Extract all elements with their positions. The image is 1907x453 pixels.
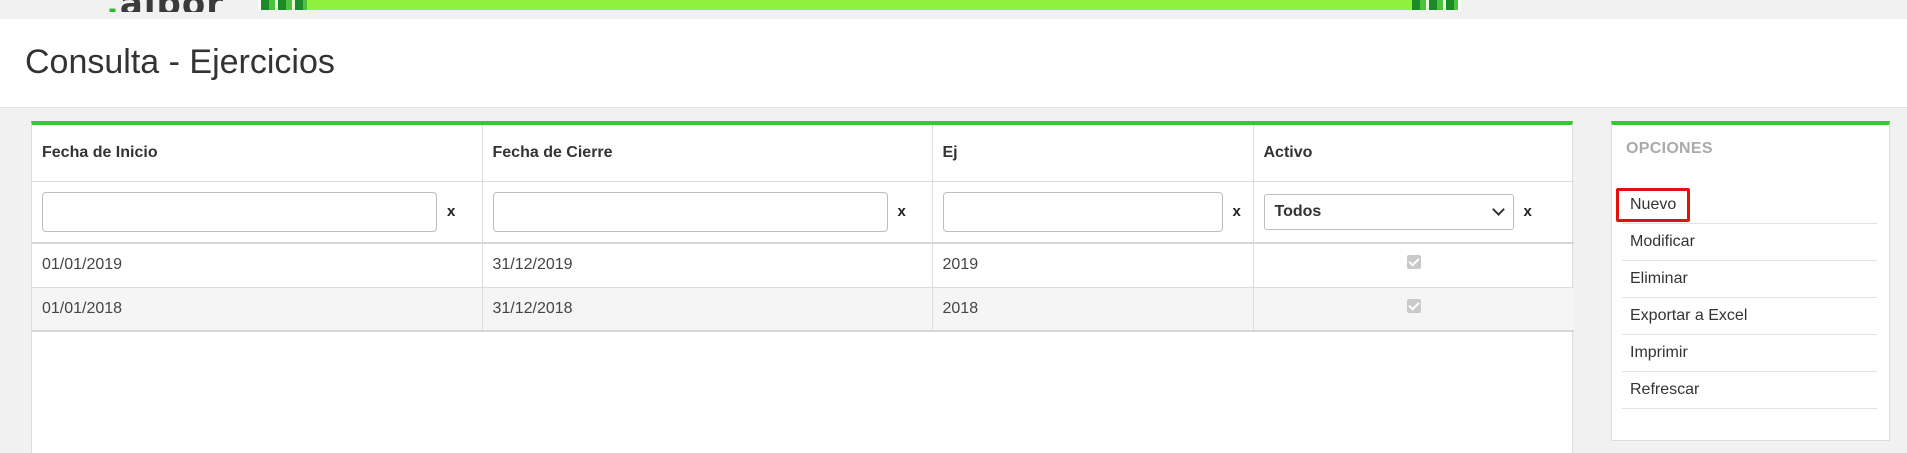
column-header-fecha-cierre[interactable]: Fecha de Cierre: [482, 125, 933, 182]
top-strip: .albor: [0, 0, 1907, 19]
column-header-ej[interactable]: Ej: [932, 125, 1254, 182]
cell-fecha-cierre: 31/12/2019: [482, 243, 933, 288]
options-list: Nuevo Modificar Eliminar Exportar a Exce…: [1616, 187, 1877, 409]
cell-activo: [1253, 287, 1574, 332]
table-row[interactable]: 01/01/2018 31/12/2018 2018: [32, 287, 1574, 332]
cell-ej: 2018: [932, 287, 1254, 332]
options-title: OPCIONES: [1626, 140, 1713, 157]
option-eliminar-label: Eliminar: [1630, 270, 1688, 287]
option-nuevo-label: Nuevo: [1616, 188, 1691, 222]
option-eliminar[interactable]: Eliminar: [1622, 261, 1877, 298]
title-bar: Consulta - Ejercicios: [0, 19, 1907, 108]
column-header-fecha-inicio[interactable]: Fecha de Inicio: [32, 125, 483, 182]
filter-cell-activo: Todos x: [1253, 181, 1574, 244]
page-title: Consulta - Ejercicios: [25, 43, 335, 81]
activo-checkbox: [1406, 255, 1421, 270]
option-modificar[interactable]: Modificar: [1622, 224, 1877, 261]
fecha-cierre-filter-input[interactable]: [492, 191, 888, 232]
cell-ej: 2019: [932, 243, 1254, 288]
activo-checkbox: [1406, 298, 1421, 313]
cell-fecha-inicio: 01/01/2019: [32, 243, 483, 288]
logo-text: albor: [120, 0, 224, 12]
fecha-inicio-filter-input[interactable]: [42, 191, 437, 232]
results-grid: Fecha de Inicio Fecha de Cierre Ej Activ…: [31, 121, 1574, 453]
fecha-cierre-clear-button[interactable]: x: [898, 203, 906, 220]
results-table: Fecha de Inicio Fecha de Cierre Ej Activ…: [32, 125, 1574, 332]
filter-cell-fecha-cierre: x: [482, 181, 933, 244]
options-panel: OPCIONES Nuevo Modificar Eliminar Export…: [1611, 121, 1890, 441]
cell-activo: [1253, 243, 1574, 288]
activo-selected-value: Todos: [1274, 202, 1322, 220]
fecha-inicio-clear-button[interactable]: x: [447, 203, 455, 220]
chevron-down-icon: [1491, 202, 1505, 216]
filter-cell-fecha-inicio: x: [32, 181, 483, 244]
banner-right-decoration: [1412, 0, 1458, 10]
column-header-activo[interactable]: Activo: [1253, 125, 1574, 182]
cell-fecha-cierre: 31/12/2018: [482, 287, 933, 332]
option-imprimir-label: Imprimir: [1630, 344, 1688, 361]
promo-banner[interactable]: [258, 0, 1461, 10]
table-row[interactable]: 01/01/2019 31/12/2019 2019: [32, 243, 1574, 288]
logo: .albor: [106, 0, 224, 12]
option-exportar-excel[interactable]: Exportar a Excel: [1622, 298, 1877, 335]
option-nuevo[interactable]: Nuevo: [1616, 187, 1877, 224]
activo-clear-button[interactable]: x: [1524, 203, 1532, 220]
option-modificar-label: Modificar: [1630, 233, 1695, 250]
option-exportar-excel-label: Exportar a Excel: [1630, 307, 1748, 324]
option-refrescar[interactable]: Refrescar: [1622, 372, 1877, 409]
ej-filter-input[interactable]: [942, 191, 1223, 232]
banner-left-decoration: [261, 0, 307, 10]
filter-cell-ej: x: [932, 181, 1254, 244]
option-imprimir[interactable]: Imprimir: [1622, 335, 1877, 372]
ej-clear-button[interactable]: x: [1233, 203, 1241, 220]
option-refrescar-label: Refrescar: [1630, 381, 1700, 398]
cell-fecha-inicio: 01/01/2018: [32, 287, 483, 332]
activo-filter-select[interactable]: Todos: [1263, 193, 1514, 230]
table-header-row: Fecha de Inicio Fecha de Cierre Ej Activ…: [32, 125, 1574, 182]
filter-row: x x x Todos x: [32, 181, 1574, 244]
